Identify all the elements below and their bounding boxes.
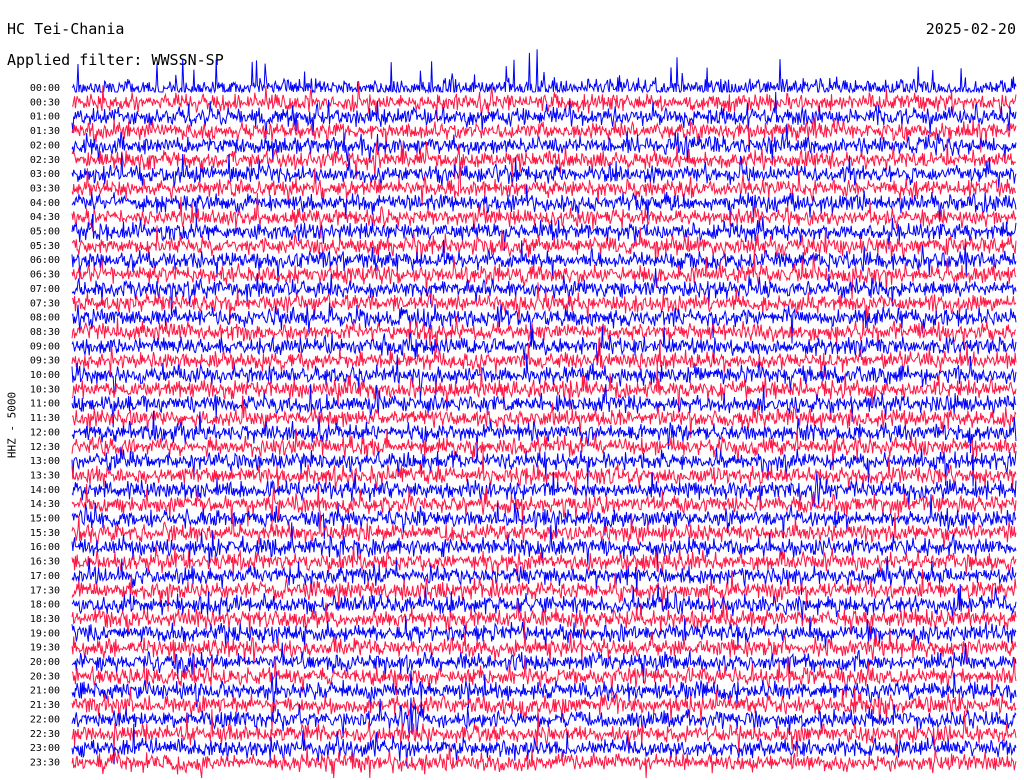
row-label-0200: 02:00 [30,140,60,151]
row-label-0830: 08:30 [30,327,60,338]
row-label-0430: 04:30 [30,212,60,223]
row-label-0330: 03:30 [30,183,60,194]
row-label-0600: 06:00 [30,255,60,266]
row-label-1430: 14:30 [30,499,60,510]
row-label-2100: 21:00 [30,686,60,697]
seismic-traces [71,49,1017,779]
time-labels: 00:00 00:30 01:00 01:30 02:00 02:30 03:00 03:30… [30,83,60,768]
row-label-1800: 18:00 [30,600,60,611]
row-label-1530: 15:30 [30,528,60,539]
row-label-0900: 09:00 [30,341,60,352]
trace-row-0000 [71,49,1017,94]
helicorder-plot: 00:00 00:30 01:00 01:30 02:00 02:30 03:00 03:30… [30,49,1017,779]
row-label-2000: 20:00 [30,657,60,668]
row-label-1730: 17:30 [30,585,60,596]
row-label-0030: 00:30 [30,97,60,108]
row-label-2330: 23:30 [30,757,60,768]
row-label-0630: 06:30 [30,270,60,281]
row-label-1830: 18:30 [30,614,60,625]
row-label-0230: 02:30 [30,155,60,166]
row-label-0130: 01:30 [30,126,60,137]
row-label-2130: 21:30 [30,700,60,711]
row-label-2230: 22:30 [30,729,60,740]
row-label-1030: 10:30 [30,384,60,395]
row-label-0730: 07:30 [30,298,60,309]
trace-row-0130 [71,115,1017,153]
row-label-1330: 13:30 [30,470,60,481]
row-label-1230: 12:30 [30,442,60,453]
row-label-2030: 20:30 [30,671,60,682]
row-label-0000: 00:00 [30,83,60,94]
row-label-1000: 10:00 [30,370,60,381]
row-label-1400: 14:00 [30,485,60,496]
row-label-0300: 03:00 [30,169,60,180]
row-label-1100: 11:00 [30,399,60,410]
row-label-1930: 19:30 [30,643,60,654]
row-label-0800: 08:00 [30,313,60,324]
row-label-0400: 04:00 [30,198,60,209]
row-label-1500: 15:00 [30,514,60,525]
row-label-1600: 16:00 [30,542,60,553]
row-label-1300: 13:00 [30,456,60,467]
row-label-1130: 11:30 [30,413,60,424]
row-label-1700: 17:00 [30,571,60,582]
row-label-0930: 09:30 [30,356,60,367]
row-label-2200: 22:00 [30,714,60,725]
trace-row-2230 [71,709,1017,757]
row-label-1200: 12:00 [30,427,60,438]
row-label-1630: 16:30 [30,557,60,568]
row-label-1900: 19:00 [30,628,60,639]
row-label-0500: 05:00 [30,227,60,238]
row-label-0700: 07:00 [30,284,60,295]
row-label-2300: 23:00 [30,743,60,754]
row-label-0530: 05:30 [30,241,60,252]
trace-row-0330 [71,161,1017,207]
row-label-0100: 01:00 [30,112,60,123]
